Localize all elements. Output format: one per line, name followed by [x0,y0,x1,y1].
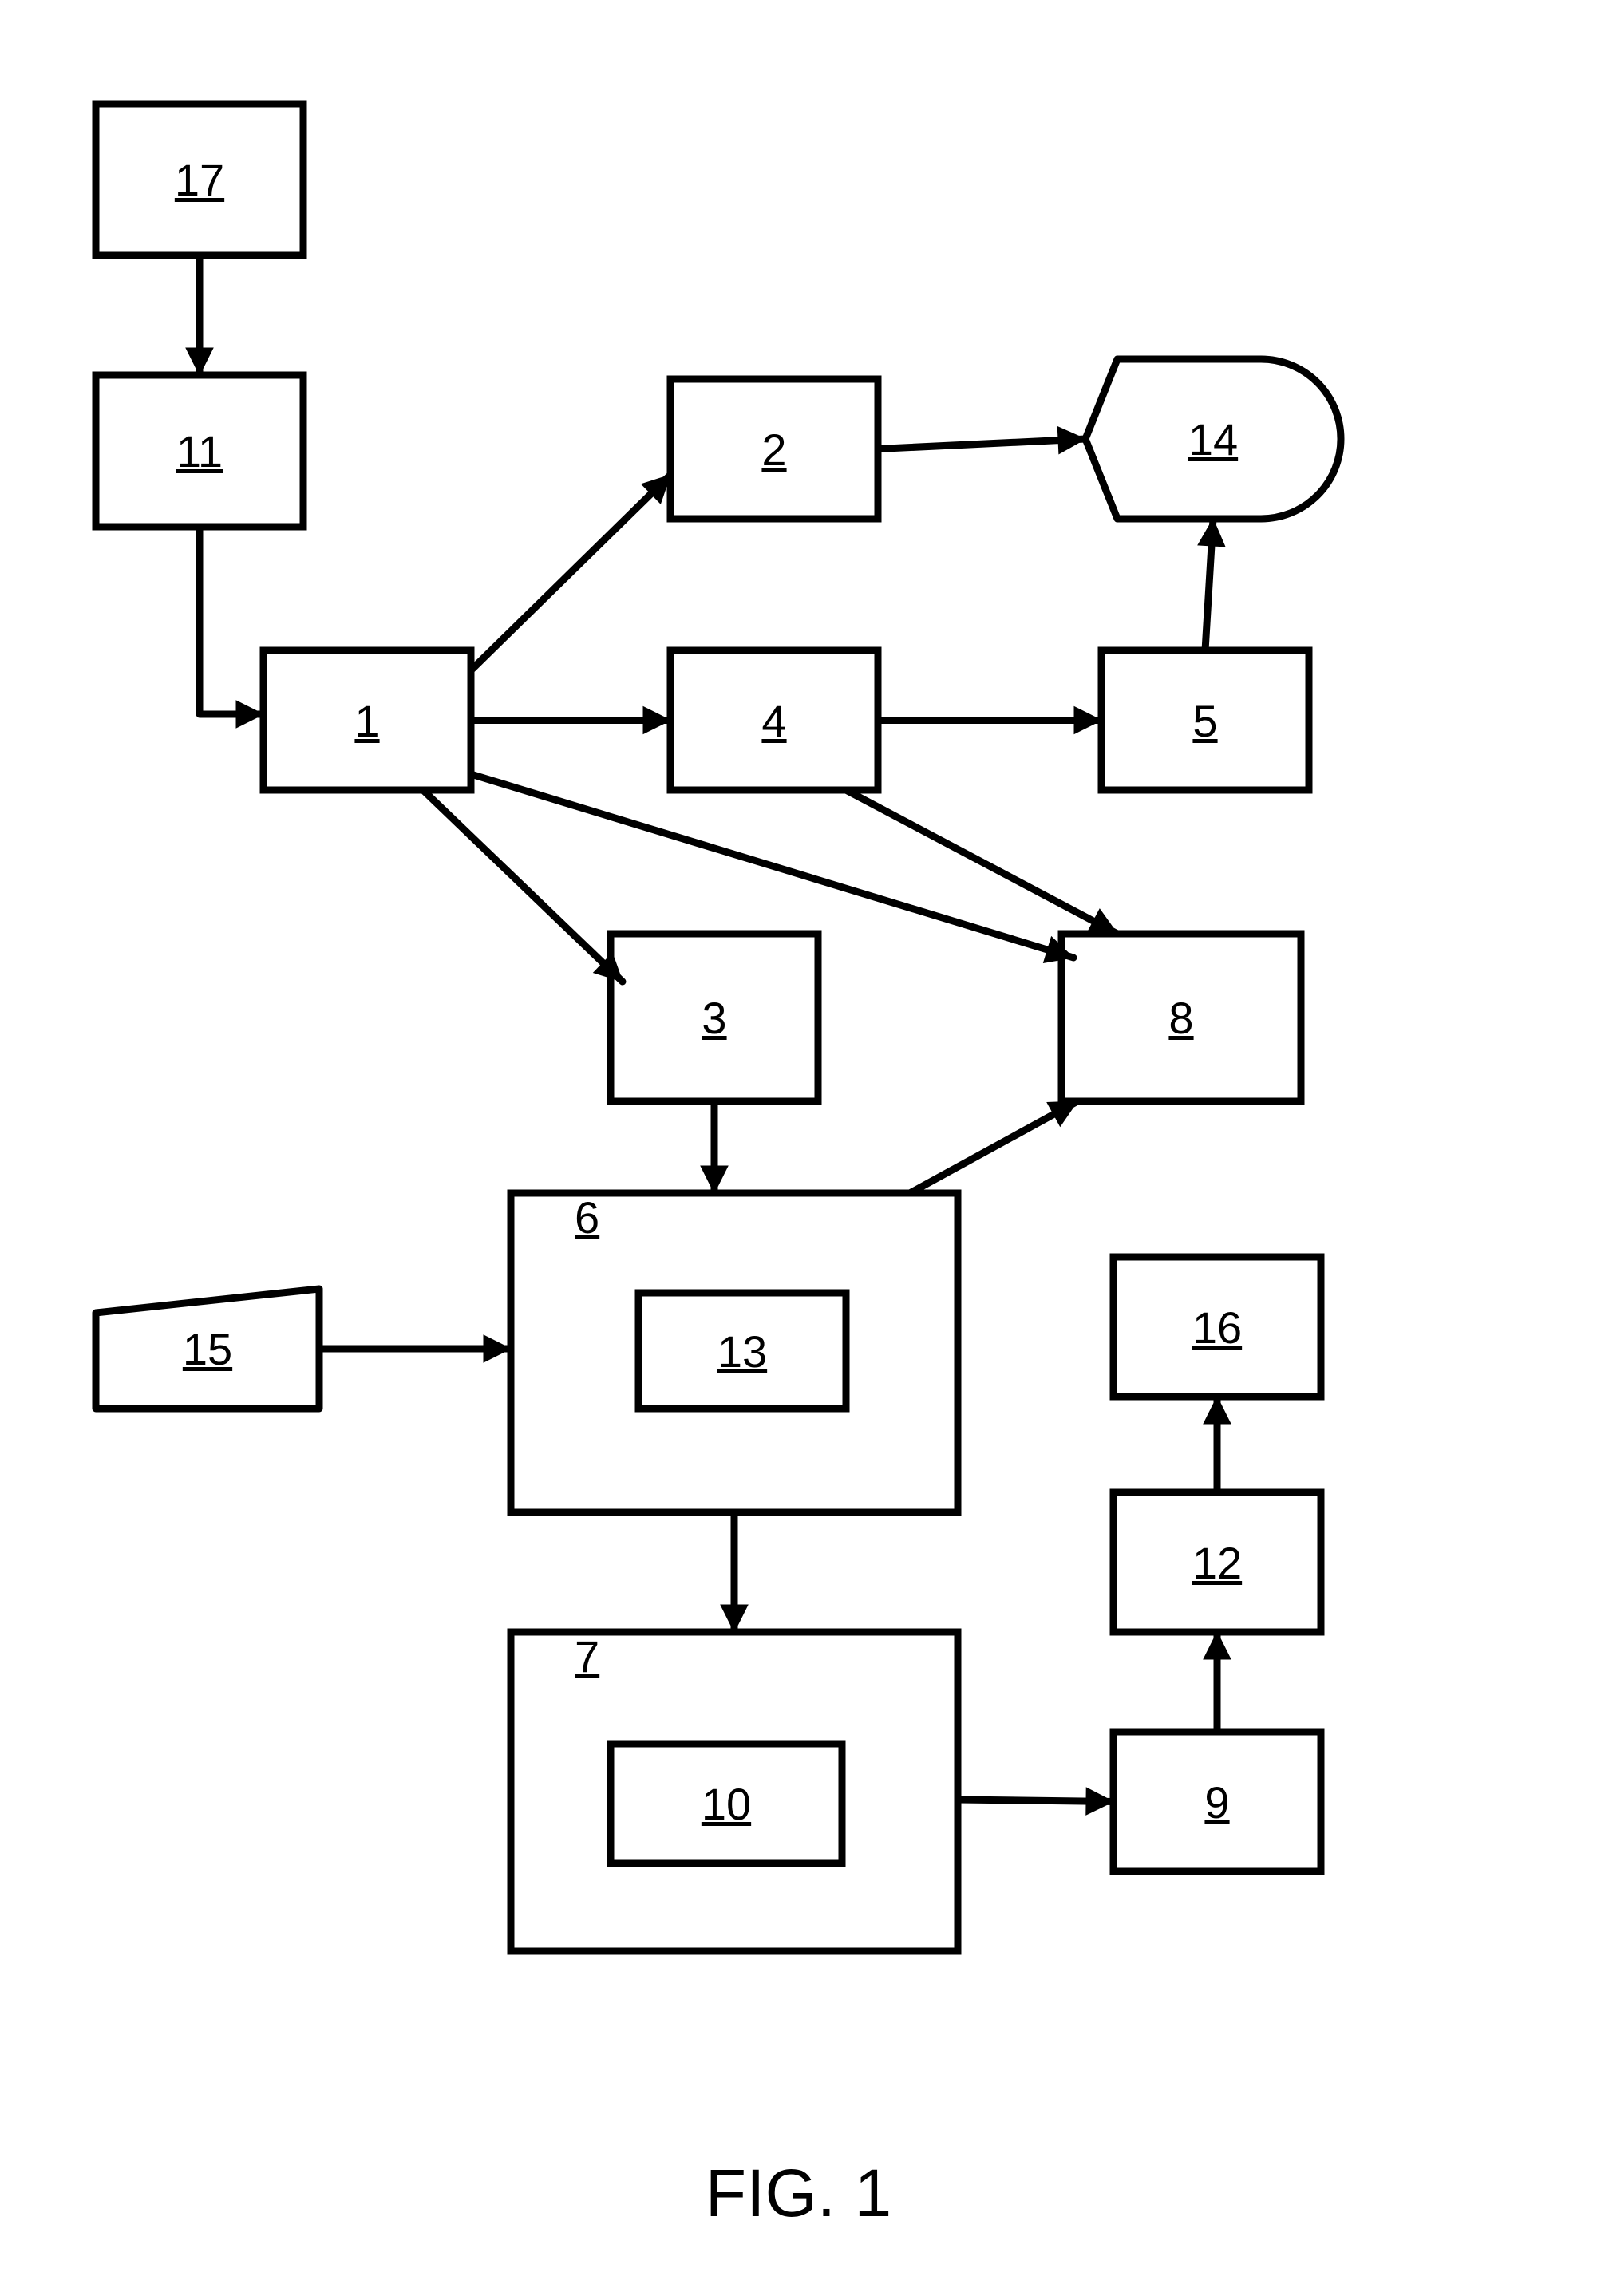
diagram-svg [0,0,1597,2296]
diagram-stage: 1711124514386131571091216 FIG. 1 [0,0,1597,2296]
figure-caption: FIG. 1 [0,2155,1597,2232]
